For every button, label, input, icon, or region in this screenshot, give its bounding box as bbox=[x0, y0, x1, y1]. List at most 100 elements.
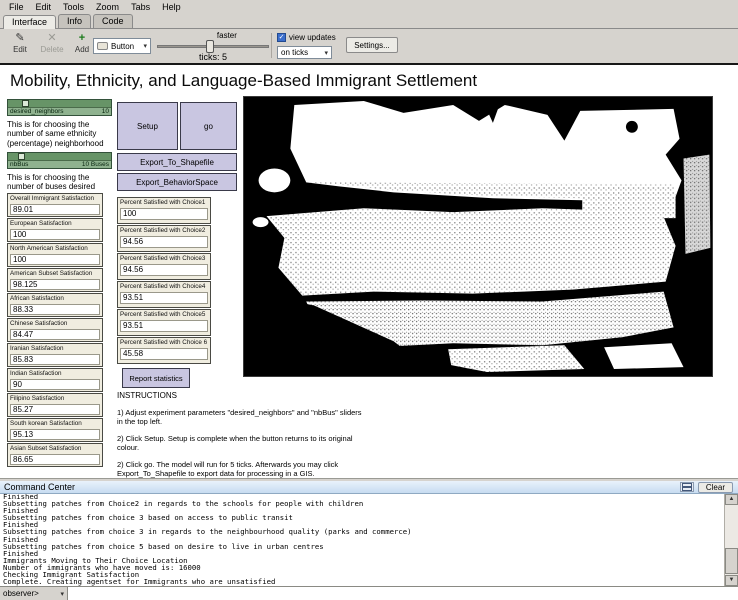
delete-tool-button[interactable]: ✕ Delete bbox=[36, 32, 68, 54]
slider-name: desired_neighbors bbox=[10, 108, 63, 115]
widget-type-dropdown[interactable]: Button ▾ bbox=[93, 38, 151, 54]
instructions-step: 2) Click go. The model will run for 5 ti… bbox=[117, 460, 369, 479]
monitor-value: 45.58 bbox=[120, 348, 208, 360]
monitor-label: Percent Satisfied with Choice2 bbox=[120, 227, 208, 235]
monitor-value: 98.125 bbox=[10, 279, 100, 290]
monitor-label: Percent Satisfied with Choice4 bbox=[120, 283, 208, 291]
monitor-label: American Subset Satisfaction bbox=[10, 270, 100, 278]
monitor: American Subset Satisfaction 98.125 bbox=[7, 268, 103, 292]
tab-code[interactable]: Code bbox=[93, 14, 133, 28]
output-scrollbar[interactable]: ▲ ▼ bbox=[724, 494, 738, 586]
scroll-down-icon[interactable]: ▼ bbox=[725, 575, 738, 586]
tab-info[interactable]: Info bbox=[58, 14, 91, 28]
command-center: Command Center Clear Finished Subsetting… bbox=[0, 481, 738, 600]
command-output-text: Finished Subsetting patches from Choice2… bbox=[0, 494, 738, 585]
view-updates-group: ✓ view updates bbox=[277, 33, 336, 42]
monitor-value: 94.56 bbox=[120, 236, 208, 248]
monitor-label: Chinese Satisfaction bbox=[10, 320, 100, 328]
export-behaviorspace-button[interactable]: Export_BehaviorSpace bbox=[117, 173, 237, 191]
monitor-value: 86.65 bbox=[10, 454, 100, 465]
slider-handle[interactable] bbox=[22, 100, 29, 107]
monitor: Percent Satisfied with Choice 6 45.58 bbox=[117, 337, 211, 364]
monitor-value: 88.33 bbox=[10, 304, 100, 315]
note-nbbus: This is for choosing the number of buses… bbox=[7, 173, 113, 192]
menu-edit[interactable]: Edit bbox=[30, 1, 58, 13]
slider-name: nbBus bbox=[10, 161, 28, 168]
monitor: Percent Satisfied with Choice2 94.56 bbox=[117, 225, 211, 252]
instructions-step: 2) Click Setup. Setup is complete when t… bbox=[117, 434, 369, 453]
instructions-text: INSTRUCTIONS 1) Adjust experiment parame… bbox=[117, 391, 369, 478]
monitor-label: South korean Satisfaction bbox=[10, 420, 100, 428]
menu-tabs[interactable]: Tabs bbox=[125, 1, 156, 13]
monitor-label: Percent Satisfied with Choice3 bbox=[120, 255, 208, 263]
menu-bar: File Edit Tools Zoom Tabs Help bbox=[0, 0, 738, 13]
monitor-label: Percent Satisfied with Choice 6 bbox=[120, 339, 208, 347]
monitor-label: African Satisfaction bbox=[10, 295, 100, 303]
monitor: Indian Satisfaction 90 bbox=[7, 368, 103, 392]
monitor: South korean Satisfaction 95.13 bbox=[7, 418, 103, 442]
world-view[interactable] bbox=[243, 96, 713, 377]
chevron-down-icon: ▾ bbox=[324, 49, 328, 57]
command-input[interactable] bbox=[68, 587, 738, 600]
command-center-title: Command Center bbox=[0, 482, 680, 492]
view-updates-checkbox[interactable]: ✓ bbox=[277, 33, 286, 42]
pencil-icon: ✎ bbox=[6, 32, 34, 44]
ticks-counter: ticks: 5 bbox=[199, 52, 227, 62]
command-center-header: Command Center Clear bbox=[0, 481, 738, 494]
menu-help[interactable]: Help bbox=[156, 1, 187, 13]
add-tool-button[interactable]: + Add bbox=[70, 32, 94, 54]
go-button[interactable]: go bbox=[180, 102, 237, 150]
monitor: Filipino Satisfaction 85.27 bbox=[7, 393, 103, 417]
monitor-value: 85.83 bbox=[10, 354, 100, 365]
menu-zoom[interactable]: Zoom bbox=[90, 1, 125, 13]
monitor: Overall Immigrant Satisfaction 89.01 bbox=[7, 193, 103, 217]
menu-file[interactable]: File bbox=[3, 1, 30, 13]
instructions-step: 1) Adjust experiment parameters "desired… bbox=[117, 408, 369, 427]
monitor-label: Percent Satisfied with Choice1 bbox=[120, 199, 208, 207]
monitor: Percent Satisfied with Choice4 93.51 bbox=[117, 281, 211, 308]
monitor-value: 100 bbox=[10, 254, 100, 265]
monitor-label: Asian Subset Satisfaction bbox=[10, 445, 100, 453]
split-toggle-icon[interactable] bbox=[680, 482, 694, 492]
scroll-up-icon[interactable]: ▲ bbox=[725, 494, 738, 505]
scrollbar-thumb[interactable] bbox=[725, 548, 738, 574]
clear-button[interactable]: Clear bbox=[698, 482, 733, 493]
observer-prompt-label: observer> bbox=[3, 589, 39, 598]
toolbar: ✎ Edit ✕ Delete + Add Button ▾ faster ti… bbox=[0, 29, 738, 63]
monitor: North American Satisfaction 100 bbox=[7, 243, 103, 267]
observer-context-dropdown[interactable]: observer> ▾ bbox=[0, 587, 68, 600]
monitor-value: 85.27 bbox=[10, 404, 100, 415]
world-view-map bbox=[244, 97, 712, 376]
monitor: African Satisfaction 88.33 bbox=[7, 293, 103, 317]
export-to-shapefile-button[interactable]: Export_To_Shapefile bbox=[117, 153, 237, 171]
netlogo-window: File Edit Tools Zoom Tabs Help Interface… bbox=[0, 0, 738, 600]
delete-icon: ✕ bbox=[36, 32, 68, 44]
monitor: Percent Satisfied with Choice3 94.56 bbox=[117, 253, 211, 280]
interface-canvas: Mobility, Ethnicity, and Language-Based … bbox=[0, 65, 738, 478]
monitor-value: 100 bbox=[10, 229, 100, 240]
command-prompt-row: observer> ▾ bbox=[0, 586, 738, 600]
settings-button[interactable]: Settings... bbox=[346, 37, 398, 53]
slider-nbbus[interactable]: nbBus 10 Buses bbox=[7, 152, 112, 169]
report-statistics-button[interactable]: Report statistics bbox=[122, 368, 190, 388]
edit-tool-button[interactable]: ✎ Edit bbox=[6, 32, 34, 54]
monitor-label: Indian Satisfaction bbox=[10, 370, 100, 378]
chevron-down-icon: ▾ bbox=[60, 590, 64, 598]
monitor-value: 93.51 bbox=[120, 292, 208, 304]
command-center-output: Finished Subsetting patches from Choice2… bbox=[0, 494, 738, 586]
menu-tools[interactable]: Tools bbox=[57, 1, 90, 13]
button-widget-icon bbox=[97, 42, 108, 50]
slider-desired-neighbors[interactable]: desired_neighbors 10 bbox=[7, 99, 112, 116]
setup-button[interactable]: Setup bbox=[117, 102, 178, 150]
speed-slider: faster ticks: 5 bbox=[155, 30, 271, 62]
chevron-down-icon: ▾ bbox=[143, 42, 147, 50]
monitor-label: European Satisfaction bbox=[10, 220, 100, 228]
monitor: Chinese Satisfaction 84.47 bbox=[7, 318, 103, 342]
update-mode-dropdown[interactable]: on ticks ▾ bbox=[277, 46, 332, 59]
monitor: Percent Satisfied with Choice1 100 bbox=[117, 197, 211, 224]
monitor-value: 95.13 bbox=[10, 429, 100, 440]
tab-interface[interactable]: Interface bbox=[3, 15, 56, 29]
slider-handle[interactable] bbox=[18, 153, 25, 160]
left-monitor-column: Overall Immigrant Satisfaction 89.01 Eur… bbox=[7, 193, 103, 468]
monitor-label: North American Satisfaction bbox=[10, 245, 100, 253]
